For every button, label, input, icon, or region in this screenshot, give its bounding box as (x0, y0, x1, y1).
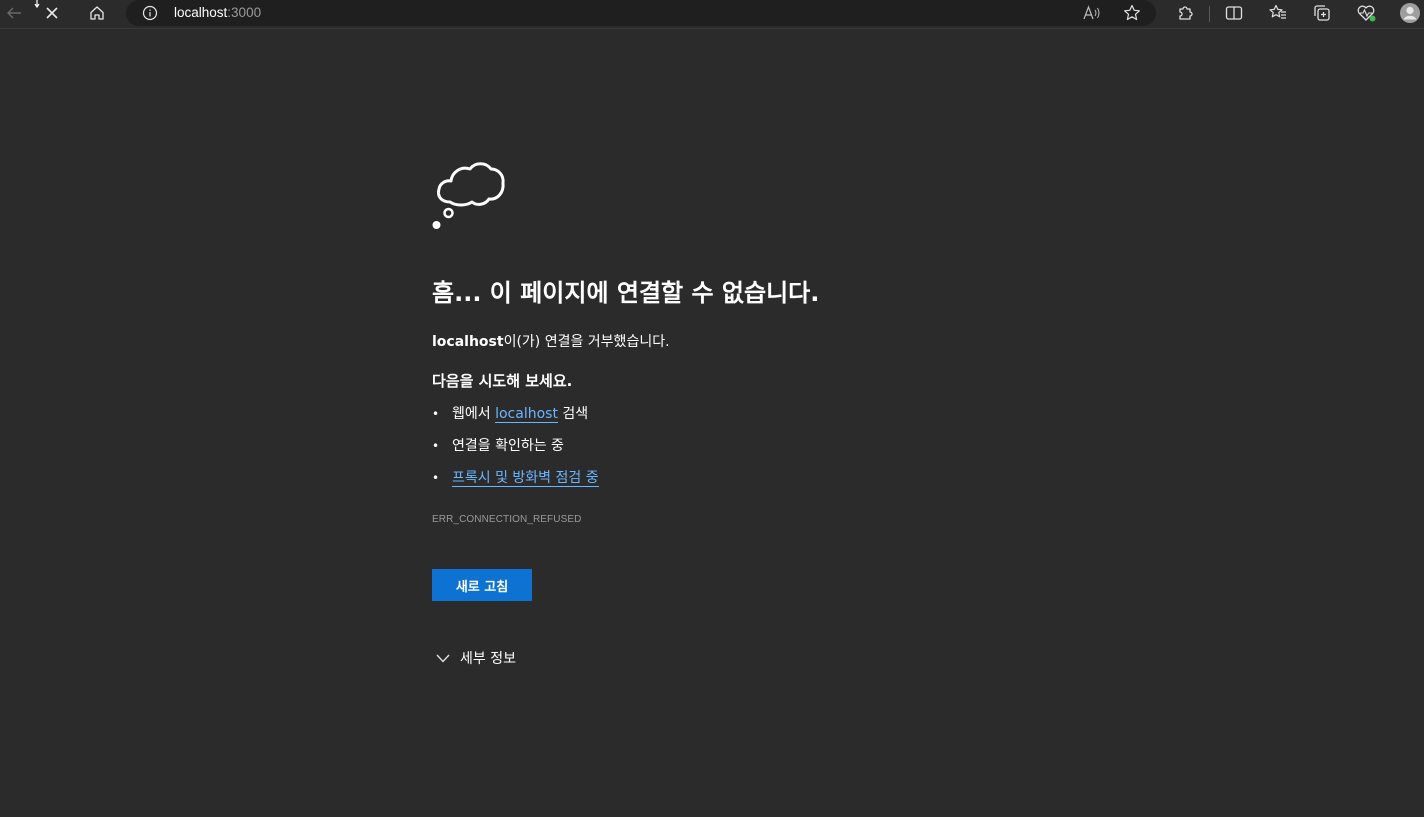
search-prefix: 웹에서 (452, 406, 496, 422)
collections-icon (1314, 5, 1330, 21)
error-title: 흠... 이 페이지에 연결할 수 없습니다. (432, 279, 820, 307)
refused-message: localhost이(가) 연결을 거부했습니다. (432, 333, 670, 351)
url-text[interactable]: localhost:3000 (174, 5, 261, 21)
back-icon (7, 7, 21, 19)
error-code: ERR_CONNECTION_REFUSED (432, 514, 582, 525)
favorite-star-icon (1124, 4, 1140, 21)
home-button[interactable] (83, 0, 111, 26)
browser-toolbar: localhost:3000 (0, 0, 1424, 29)
back-button[interactable] (0, 0, 28, 26)
home-icon (90, 6, 104, 20)
favorites-button[interactable] (1264, 0, 1292, 26)
refused-text: 이(가) 연결을 거부했습니다. (503, 334, 670, 350)
details-label: 세부 정보 (460, 651, 516, 667)
url-port: :3000 (227, 5, 262, 20)
refresh-button[interactable]: 새로 고침 (432, 569, 532, 601)
bullet: • (432, 439, 440, 453)
split-screen-icon (1225, 6, 1243, 20)
profile-button[interactable] (1396, 0, 1424, 26)
extensions-icon (1179, 6, 1193, 20)
toolbar-divider (1209, 6, 1210, 22)
stop-icon (46, 7, 58, 19)
read-aloud-button[interactable] (1078, 0, 1106, 26)
search-localhost-link[interactable]: localhost (495, 406, 558, 423)
split-screen-button[interactable] (1220, 0, 1248, 26)
browser-essentials-icon (1357, 5, 1376, 22)
refused-host: localhost (432, 334, 504, 350)
suggestion-text: 웹에서 localhost 검색 (452, 405, 588, 423)
info-icon[interactable] (142, 5, 158, 21)
address-bar[interactable]: localhost:3000 (126, 0, 1156, 26)
bullet: • (432, 407, 440, 421)
bullet: • (432, 471, 440, 485)
try-heading: 다음을 시도해 보세요. (432, 372, 573, 390)
collections-button[interactable] (1308, 0, 1336, 26)
read-aloud-icon (1083, 5, 1100, 20)
search-suffix: 검색 (557, 406, 589, 422)
url-host: localhost (174, 5, 228, 20)
stop-loading-button[interactable] (38, 0, 66, 26)
profile-avatar-icon (1400, 3, 1420, 23)
favorite-button[interactable] (1118, 0, 1146, 26)
browser-essentials-button[interactable] (1352, 0, 1380, 26)
details-toggle[interactable]: 세부 정보 (432, 649, 552, 669)
extensions-button[interactable] (1171, 0, 1199, 26)
favorites-icon (1269, 4, 1286, 19)
chevron-down-icon (436, 654, 450, 663)
thought-cloud-icon (432, 162, 505, 229)
check-connection-text: 연결을 확인하는 중 (452, 438, 564, 454)
proxy-firewall-link[interactable]: 프록시 및 방화벽 점검 중 (452, 470, 599, 487)
